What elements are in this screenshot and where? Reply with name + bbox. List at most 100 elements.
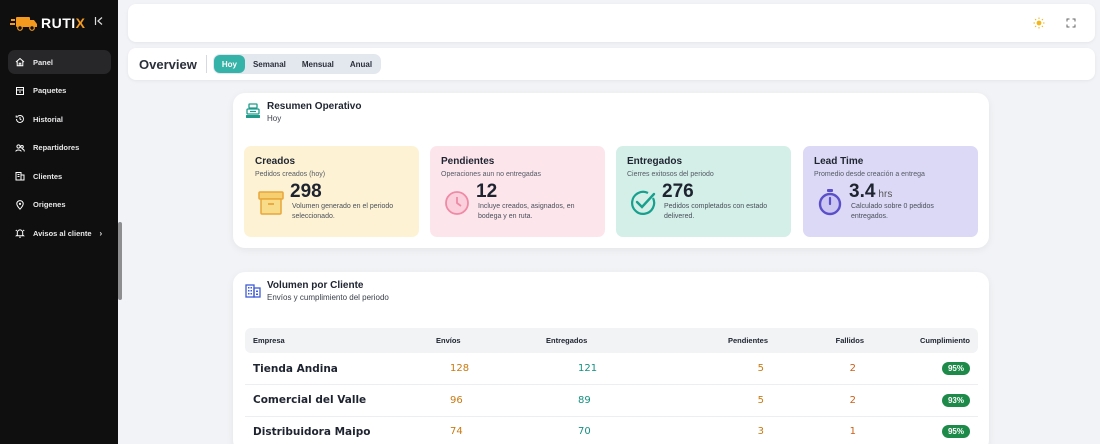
sidebar-item-label: Historial	[33, 114, 64, 124]
cell-entregados: 121	[538, 353, 666, 385]
divider	[205, 55, 207, 73]
table-row[interactable]: Tienda Andina 128 121 5 2 95%	[245, 353, 978, 385]
kpi-value: 12	[476, 181, 498, 202]
cell-pendientes: 5	[666, 384, 794, 417]
building-icon	[245, 284, 261, 298]
kpi-description: Calculado sobre 0 pedidos entregados.	[851, 203, 934, 220]
sidebar-item-label: Repartidores	[33, 143, 80, 152]
column-header-fallidos[interactable]: Fallidos	[794, 328, 886, 353]
resumen-operativo-card: Resumen Operativo Hoy Creados Pedidos cr…	[233, 93, 989, 248]
cell-entregados: 70	[538, 416, 666, 444]
stopwatch-icon	[818, 189, 842, 216]
kpi-description: Incluye creados, asignados, en bodega y …	[478, 203, 575, 220]
building-icon	[15, 171, 25, 181]
fullscreen-button[interactable]	[1065, 17, 1077, 29]
chevron-right-icon: ›	[99, 228, 103, 238]
package-icon	[15, 86, 25, 96]
cell-envios: 96	[428, 384, 538, 417]
brand-name: RUTIX	[41, 15, 86, 31]
collapse-sidebar-button[interactable]	[94, 16, 104, 29]
volumen-table: Empresa Envíos Entregados Pendientes Fal…	[245, 328, 978, 444]
check-circle-icon	[631, 190, 656, 215]
kpi-subtitle: Promedio desde creación a entrega	[814, 171, 925, 178]
sidebar-item-repartidores[interactable]: Repartidores	[8, 136, 111, 160]
kpi-value: 298	[290, 181, 322, 202]
cell-entregados: 89	[538, 384, 666, 417]
overview-bar: Overview Hoy Semanal Mensual Anual	[128, 48, 1095, 80]
kpi-card-entregados: Entregados Cierres exitosos del periodo …	[616, 146, 791, 237]
cell-fallidos: 1	[794, 416, 886, 444]
sidebar: RUTIX Panel Paquetes Historial Repartido…	[0, 0, 118, 444]
volumen-title: Volumen por Cliente	[267, 280, 364, 291]
sidebar-scrollbar[interactable]	[118, 222, 122, 300]
resumen-header: Resumen Operativo Hoy	[245, 101, 361, 123]
period-tab-anual[interactable]: Anual	[342, 55, 380, 73]
sidebar-item-label: Paquetes	[33, 86, 67, 95]
sidebar-item-historial[interactable]: Historial	[8, 107, 111, 131]
location-icon	[15, 199, 25, 210]
column-header-pendientes[interactable]: Pendientes	[666, 328, 794, 353]
status-badge: 95%	[941, 425, 970, 439]
kpi-subtitle: Operaciones aun no entregadas	[441, 171, 542, 178]
volumen-subtitle: Envíos y cumplimiento del periodo	[267, 293, 389, 302]
cell-empresa: Tienda Andina	[245, 353, 428, 385]
clock-icon	[445, 191, 469, 215]
volumen-por-cliente-card: Volumen por Cliente Envíos y cumplimient…	[233, 272, 989, 444]
theme-toggle-button[interactable]	[1033, 17, 1045, 29]
table-row[interactable]: Comercial del Valle 96 89 5 2 93%	[245, 384, 978, 417]
resumen-title: Resumen Operativo	[267, 101, 362, 112]
cell-fallidos: 2	[794, 353, 886, 385]
sidebar-item-label: Avisos al cliente	[33, 228, 92, 238]
bell-icon	[15, 228, 25, 238]
box-icon	[258, 191, 284, 215]
kpi-subtitle: Cierres exitosos del periodo	[627, 171, 714, 178]
kpi-card-creados: Creados Pedidos creados (hoy) 298 Volume…	[244, 146, 419, 237]
table-header-row: Empresa Envíos Entregados Pendientes Fal…	[245, 328, 978, 353]
kpi-description: Volumen generado en el periodo seleccion…	[292, 203, 394, 220]
kpi-title: Entregados	[627, 156, 683, 167]
kpi-value: 276	[662, 181, 694, 202]
cell-cumplimiento: 93%	[886, 384, 978, 417]
sidebar-item-clientes[interactable]: Clientes	[8, 164, 111, 188]
cell-empresa: Comercial del Valle	[245, 384, 428, 417]
kpi-description: Pedidos completados con estado delivered…	[664, 203, 768, 220]
sidebar-item-label: Clientes	[33, 171, 63, 181]
table-row[interactable]: Distribuidora Maipo 74 70 3 1 95%	[245, 416, 978, 444]
sidebar-item-label: Panel	[33, 57, 54, 67]
truck-logo-icon	[10, 17, 37, 31]
sidebar-item-label: Origenes	[33, 200, 66, 209]
cell-envios: 128	[428, 353, 538, 385]
home-icon	[15, 57, 25, 67]
collapse-icon	[94, 17, 103, 25]
column-header-cumplimiento[interactable]: Cumplimiento	[886, 328, 978, 353]
status-badge: 93%	[941, 393, 970, 407]
sidebar-item-panel[interactable]: Panel	[8, 50, 111, 74]
cell-pendientes: 3	[666, 416, 794, 444]
cell-envios: 74	[428, 416, 538, 444]
kpi-card-pendientes: Pendientes Operaciones aun no entregadas…	[430, 146, 605, 237]
period-tab-semanal[interactable]: Semanal	[245, 55, 294, 73]
top-bar	[128, 4, 1095, 42]
column-header-envios[interactable]: Envíos	[428, 328, 538, 353]
column-header-empresa[interactable]: Empresa	[245, 328, 428, 353]
cell-empresa: Distribuidora Maipo	[245, 416, 428, 444]
sidebar-nav: Panel Paquetes Historial Repartidores Cl…	[8, 50, 111, 250]
period-tab-hoy[interactable]: Hoy	[213, 55, 245, 73]
kpi-title: Lead Time	[814, 156, 864, 167]
cash-register-icon	[246, 103, 260, 118]
cell-fallidos: 2	[794, 384, 886, 417]
kpi-unit: hrs	[878, 189, 893, 200]
kpi-title: Pendientes	[441, 156, 495, 167]
sidebar-item-origenes[interactable]: Origenes	[8, 193, 111, 217]
sidebar-item-paquetes[interactable]: Paquetes	[8, 79, 111, 103]
kpi-title: Creados	[255, 156, 296, 167]
cell-pendientes: 5	[666, 353, 794, 385]
volumen-header: Volumen por Cliente Envíos y cumplimient…	[245, 280, 389, 302]
fullscreen-icon	[1066, 18, 1076, 28]
period-tab-mensual[interactable]: Mensual	[294, 55, 342, 73]
period-selector: Hoy Semanal Mensual Anual	[212, 54, 382, 74]
kpi-subtitle: Pedidos creados (hoy)	[255, 171, 326, 178]
column-header-entregados[interactable]: Entregados	[538, 328, 666, 353]
sidebar-item-avisos[interactable]: Avisos al cliente ›	[8, 221, 111, 245]
sun-icon	[1033, 17, 1045, 29]
